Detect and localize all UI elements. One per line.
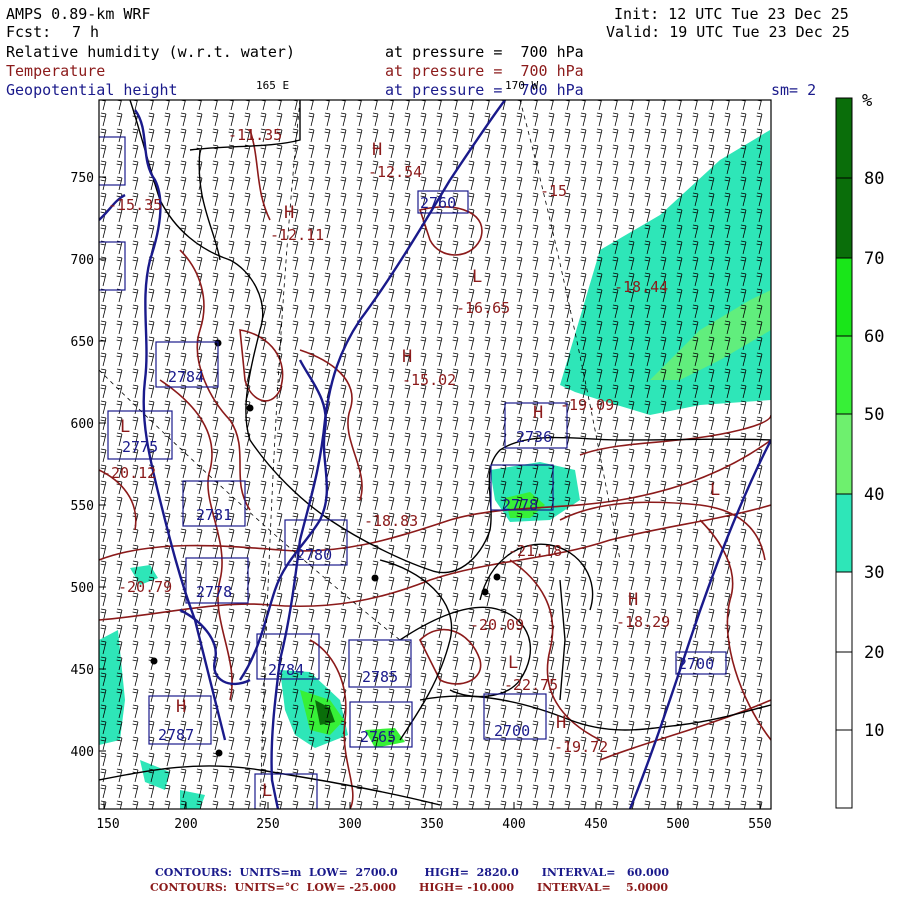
y-axis-labels: 750 700 650 600 550 500 450 400	[71, 171, 94, 760]
temp-label: -18.44	[614, 278, 668, 296]
colorbar	[835, 97, 853, 809]
x-tick-label: 400	[502, 817, 525, 832]
height-label: 2700	[494, 722, 530, 740]
colorbar-labels: % 80 70 60 50 40 30 20 10	[862, 91, 884, 741]
temp-label: -20.09	[470, 616, 524, 634]
low-center-label: L	[710, 480, 720, 500]
x-tick-label: 500	[666, 817, 689, 832]
y-tick-label: 500	[71, 581, 94, 596]
colorbar-unit: %	[862, 91, 872, 111]
temp-label: -21.18	[508, 542, 562, 560]
temp-label: -18.29	[616, 613, 670, 631]
colorbar-label: 80	[864, 169, 884, 189]
footer-temp-contours: CONTOURS: UNITS=°C LOW= -25.000 HIGH= -1…	[150, 881, 669, 894]
temp-label: -22.75	[504, 676, 558, 694]
height-label: 2784	[168, 368, 204, 386]
low-center-label: L	[120, 417, 130, 437]
colorbar-label: 70	[864, 249, 884, 269]
y-tick-label: 700	[71, 253, 94, 268]
height-label: 2784	[268, 661, 304, 679]
temp-label: -19.72	[554, 738, 608, 756]
high-center-label: H	[628, 590, 638, 610]
footer-height-contours: CONTOURS: UNITS=m LOW= 2700.0 HIGH= 2820…	[155, 866, 669, 879]
height-label: 2700	[678, 655, 714, 673]
y-tick-label: 400	[71, 745, 94, 760]
y-tick-label: 750	[71, 171, 94, 186]
temp-label: -11.35	[228, 126, 282, 144]
temp-label: -15.02	[402, 371, 456, 389]
x-tick-label: 450	[584, 817, 607, 832]
height-label: 2781	[196, 506, 232, 524]
high-center-label: H	[372, 140, 382, 160]
y-tick-label: 650	[71, 335, 94, 350]
x-tick-label: 150	[96, 817, 119, 832]
low-center-label: L	[508, 653, 518, 673]
temp-label: -15.35	[108, 196, 162, 214]
temp-label: -15	[540, 182, 567, 200]
temp-label: -20.12	[102, 464, 156, 482]
colorbar-label: 50	[864, 405, 884, 425]
y-tick-label: 550	[71, 499, 94, 514]
temp-label: -20.79	[118, 578, 172, 596]
low-center-label: L	[472, 267, 482, 287]
temp-label: -19.09	[560, 396, 614, 414]
x-tick-label: 550	[748, 817, 771, 832]
height-label: 2785	[362, 668, 398, 686]
temp-label: -12.11	[270, 226, 324, 244]
height-label: 2787	[158, 726, 194, 744]
height-label: 2778	[502, 496, 538, 514]
map-plot: 150 200 250 300 350 400 450 500 550 750 …	[71, 91, 885, 832]
temp-label: -16.65	[456, 299, 510, 317]
x-tick-label: 200	[174, 817, 197, 832]
x-axis-labels: 150 200 250 300 350 400 450 500 550	[96, 817, 771, 832]
high-center-label: H	[284, 203, 294, 223]
high-center-label: H	[533, 403, 543, 423]
low-center-label: L	[262, 781, 272, 801]
high-center-label: H	[176, 697, 186, 717]
height-label: 2778	[196, 583, 232, 601]
high-center-label: H	[556, 713, 566, 733]
height-label: 2780	[296, 546, 332, 564]
height-label: 2736	[516, 428, 552, 446]
high-center-label: H	[402, 347, 412, 367]
y-tick-label: 600	[71, 417, 94, 432]
temp-label: -18.83	[364, 512, 418, 530]
height-label: 2765	[360, 728, 396, 746]
height-label: 2760	[420, 194, 456, 212]
height-label: 2775	[122, 438, 158, 456]
colorbar-label: 40	[864, 485, 884, 505]
x-tick-label: 300	[338, 817, 361, 832]
x-tick-label: 250	[256, 817, 279, 832]
colorbar-label: 30	[864, 563, 884, 583]
colorbar-label: 10	[864, 721, 884, 741]
temp-label: -12.54	[368, 163, 422, 181]
colorbar-label: 20	[864, 643, 884, 663]
y-tick-label: 450	[71, 663, 94, 678]
x-tick-label: 350	[420, 817, 443, 832]
colorbar-label: 60	[864, 327, 884, 347]
